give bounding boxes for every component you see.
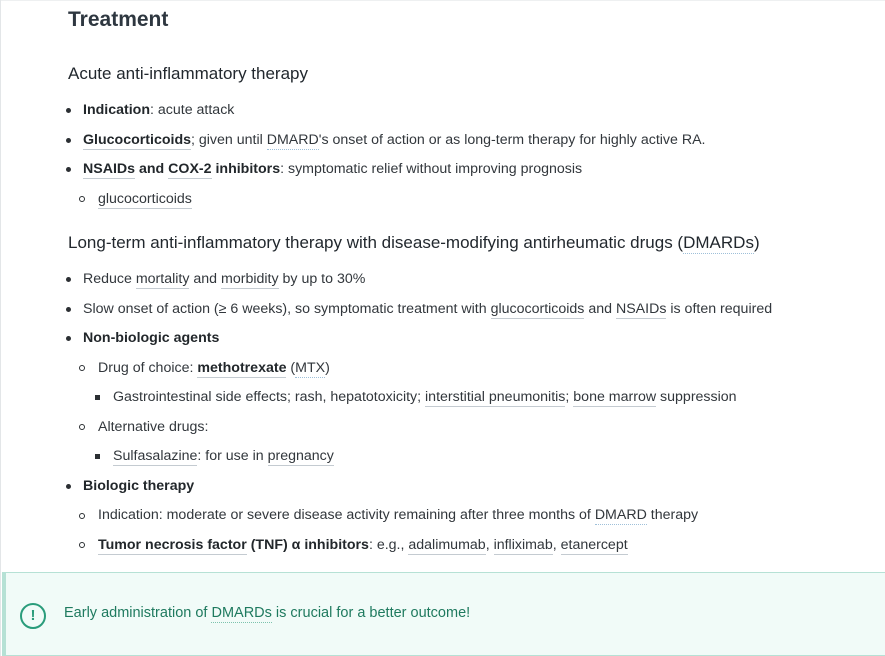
list-item: Reduce mortality and morbidity by up to … (83, 271, 366, 289)
etanercept-link[interactable]: etanercept (560, 537, 628, 555)
info-callout: ! Early administration of DMARDs is cruc… (2, 572, 885, 656)
cox2-link[interactable]: COX-2 (168, 161, 212, 179)
list-item: Alternative drugs: (98, 419, 209, 435)
section-heading-longterm: Long-term anti-inflammatory therapy with… (68, 233, 760, 254)
bullet-icon (66, 167, 71, 172)
dmard-link[interactable]: DMARD (266, 132, 319, 150)
list-item: Glucocorticoids; given until DMARD's ons… (83, 132, 706, 150)
pregnancy-link[interactable]: pregnancy (267, 448, 334, 466)
bullet-icon (66, 307, 71, 312)
adalimumab-link[interactable]: adalimumab (408, 537, 486, 555)
list-item: glucocorticoids (98, 190, 192, 209)
dmard-link[interactable]: DMARD (594, 507, 647, 525)
bullet-icon (66, 138, 71, 143)
list-item: Non-biologic agents (83, 330, 220, 346)
dmards-link[interactable]: DMARDs (211, 605, 272, 623)
glucocorticoids-link[interactable]: Glucocorticoids (83, 132, 191, 150)
list-item: Indication: moderate or severe disease a… (98, 507, 699, 525)
callout-accent-bar (2, 573, 6, 655)
list-item: Biologic therapy (83, 478, 195, 494)
bullet-icon (66, 277, 71, 282)
nsaids-link[interactable]: NSAIDs (615, 301, 667, 319)
methotrexate-link[interactable]: methotrexate (197, 360, 287, 378)
bone-marrow-link[interactable]: bone marrow (573, 389, 657, 407)
callout-text: Early administration of DMARDs is crucia… (64, 605, 471, 623)
list-item: Drug of choice: methotrexate (MTX) (98, 360, 330, 378)
list-item: Gastrointestinal side effects; rash, hep… (113, 389, 737, 407)
mortality-link[interactable]: mortality (135, 271, 190, 289)
morbidity-link[interactable]: morbidity (221, 271, 279, 289)
list-item: Tumor necrosis factor (TNF) α inhibitors… (98, 537, 628, 555)
list-item: NSAIDs and COX-2 inhibitors: symptomatic… (83, 161, 583, 179)
circle-bullet-icon (79, 365, 85, 371)
glucocorticoids-link[interactable]: glucocorticoids (490, 301, 585, 319)
circle-bullet-icon (79, 513, 85, 519)
section-heading-acute: Acute anti-inflammatory therapy (68, 64, 308, 83)
mtx-link[interactable]: MTX (295, 360, 326, 378)
list-item: Slow onset of action (≥ 6 weeks), so sym… (83, 301, 773, 319)
square-bullet-icon (95, 395, 100, 400)
circle-bullet-icon (79, 196, 85, 202)
exclamation-icon: ! (20, 603, 46, 629)
sulfasalazine-link[interactable]: Sulfasalazine (113, 448, 198, 466)
dmards-link[interactable]: DMARDs (683, 233, 754, 254)
bullet-icon (66, 108, 71, 113)
bullet-icon (66, 484, 71, 489)
bullet-icon (66, 336, 71, 341)
circle-bullet-icon (79, 424, 85, 430)
page-title: Treatment (68, 8, 169, 31)
interstitial-pneumonitis-link[interactable]: interstitial pneumonitis (425, 389, 566, 407)
list-item: Sulfasalazine: for use in pregnancy (113, 448, 334, 466)
glucocorticoids-link[interactable]: glucocorticoids (98, 191, 192, 209)
list-item: Indication: acute attack (83, 102, 235, 118)
infliximab-link[interactable]: infliximab (493, 537, 553, 555)
circle-bullet-icon (79, 542, 85, 548)
nsaids-link[interactable]: NSAIDs (83, 161, 136, 179)
square-bullet-icon (95, 454, 100, 459)
tumor-necrosis-factor-link[interactable]: Tumor necrosis factor (98, 537, 247, 555)
